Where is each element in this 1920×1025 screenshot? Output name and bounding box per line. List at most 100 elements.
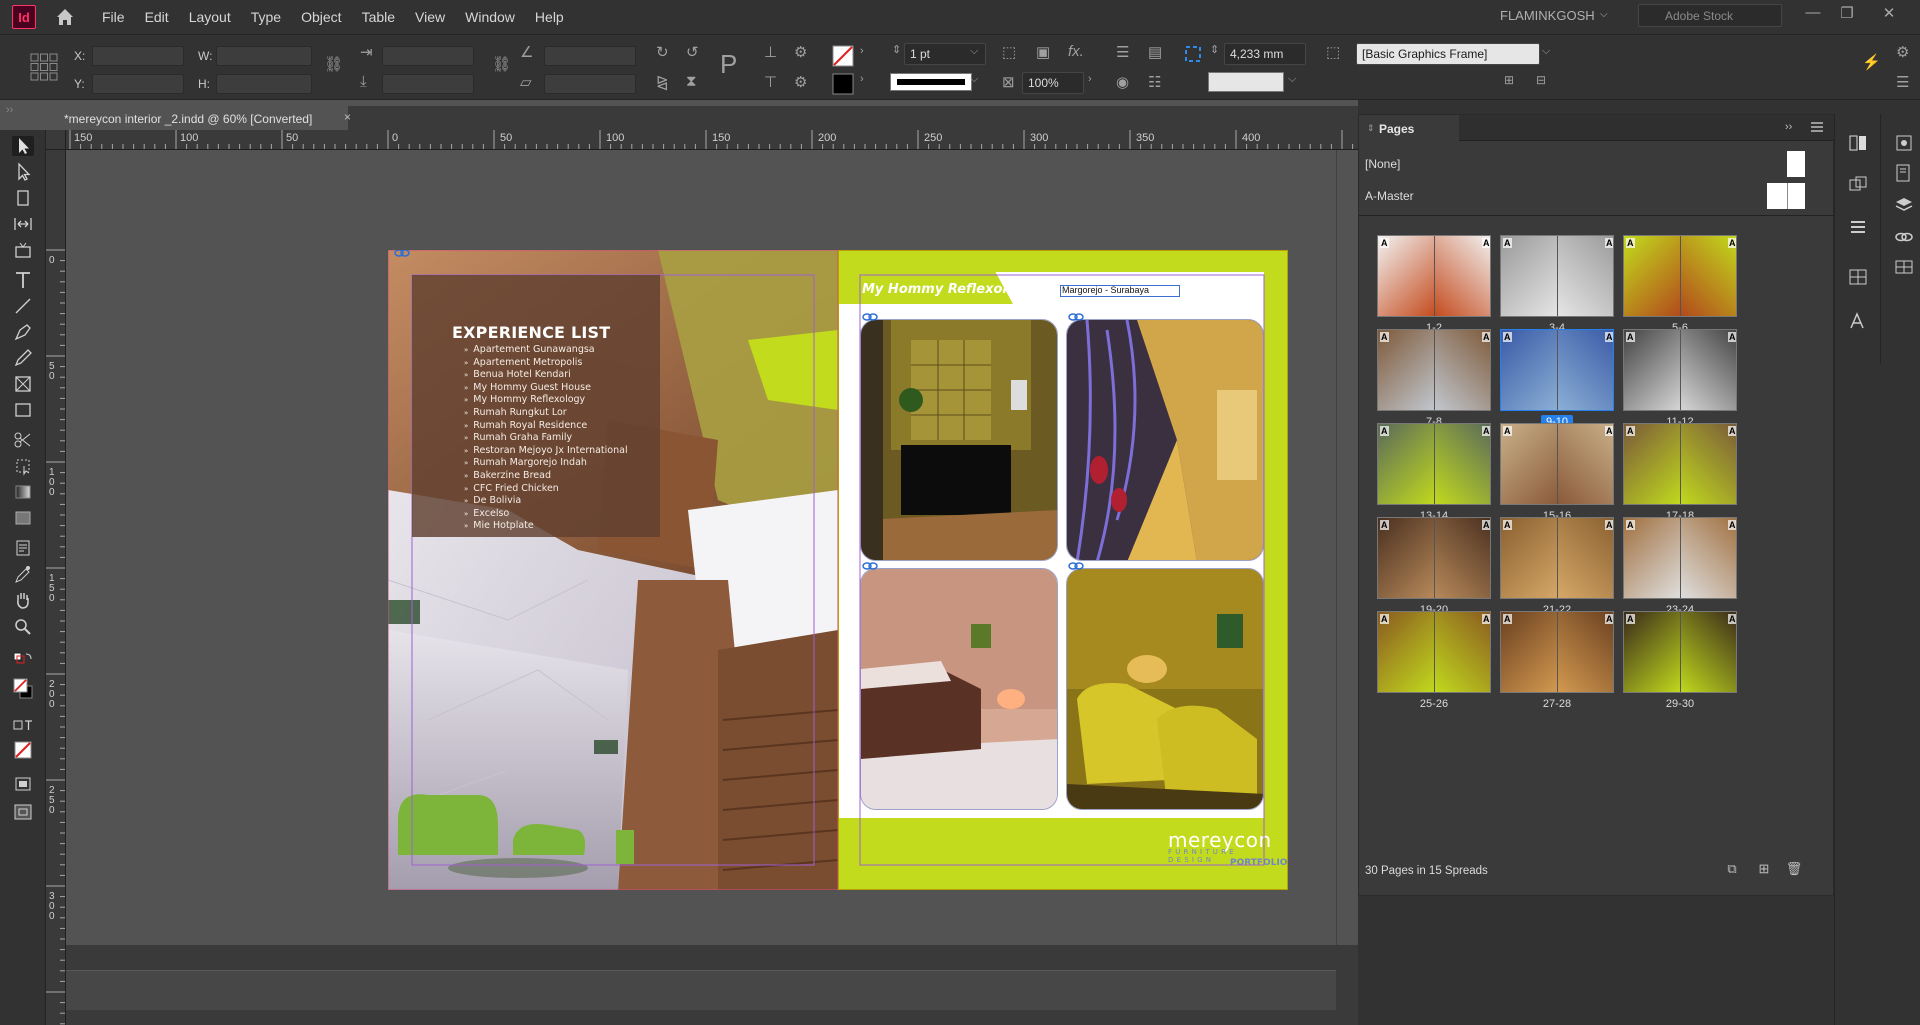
workspace-switcher[interactable]: FLAMINKGOSH xyxy=(1500,8,1595,23)
link-icon[interactable] xyxy=(862,561,878,571)
page-spread-3-4[interactable]: A A 3-4 xyxy=(1500,235,1616,335)
note-tool[interactable] xyxy=(12,538,34,558)
document-tab[interactable]: *mereycon interior _2.indd @ 60% [Conver… xyxy=(48,106,348,130)
panel-grip-icon[interactable]: ⇕ xyxy=(1367,123,1375,134)
adobe-stock-search-input[interactable]: Adobe Stock xyxy=(1638,4,1782,27)
rotate-cw-icon[interactable]: ↻ xyxy=(656,43,669,61)
preview-mode-button[interactable] xyxy=(12,802,34,822)
page-spread-25-26[interactable]: A A 25-26 xyxy=(1377,611,1493,711)
gradient-feather-tool[interactable] xyxy=(12,508,34,528)
apply-none-button[interactable] xyxy=(12,740,34,760)
fill-dropdown-chevron-icon[interactable]: › xyxy=(860,45,864,57)
stroke-dropdown-chevron-icon[interactable]: › xyxy=(860,73,864,85)
text-wrap-jump-icon[interactable]: ☷ xyxy=(1148,73,1161,91)
stroke-panel-button[interactable] xyxy=(1847,216,1869,238)
chevron-down-icon[interactable]: ⌵ xyxy=(970,73,978,86)
opacity-dropdown-chevron-icon[interactable]: › xyxy=(1088,73,1092,85)
menu-file[interactable]: File xyxy=(102,9,125,25)
content-collector-tool[interactable] xyxy=(12,240,34,260)
edit-page-size-icon[interactable]: ⧉ xyxy=(1723,861,1741,877)
page-spread-7-8[interactable]: A A 7-8 xyxy=(1377,329,1493,429)
home-icon[interactable] xyxy=(54,6,76,28)
scale-x-field[interactable] xyxy=(382,46,474,66)
flip-horizontal-icon[interactable]: ⧎ xyxy=(656,73,669,91)
menu-window[interactable]: Window xyxy=(465,9,515,25)
gradient-swatch-tool[interactable] xyxy=(12,482,34,502)
gear-icon[interactable]: ⚙ xyxy=(1896,43,1909,61)
photo-treatment-room[interactable] xyxy=(860,568,1058,810)
scissors-tool[interactable] xyxy=(12,430,34,450)
constrain-proportions-icon[interactable]: ⛓ xyxy=(324,55,343,73)
gap-tool[interactable] xyxy=(12,214,34,234)
master-a-thumbnail[interactable] xyxy=(1767,183,1805,209)
spread-thumbnail[interactable]: AA xyxy=(1500,235,1614,317)
spread-thumbnail[interactable]: AA xyxy=(1500,329,1614,411)
new-page-icon[interactable]: ⊞ xyxy=(1755,861,1773,877)
chevron-down-icon[interactable]: ⌵ xyxy=(1288,73,1296,86)
spread-thumbnail[interactable]: AA xyxy=(1377,517,1491,599)
swatches-panel-button[interactable] xyxy=(1847,266,1869,288)
shear-field[interactable] xyxy=(544,74,636,94)
master-a[interactable]: A-Master xyxy=(1365,189,1414,203)
page-spread-15-16[interactable]: A A 15-16 xyxy=(1500,423,1616,523)
rotation-field[interactable] xyxy=(544,46,636,66)
spread-thumbnail[interactable]: AA xyxy=(1623,235,1737,317)
horizontal-ruler[interactable]: 150 100 50 0 50 100 150 200 250 300 350 … xyxy=(66,130,1358,150)
fill-none-swatch-icon[interactable] xyxy=(832,45,854,67)
reference-point-icon[interactable] xyxy=(30,53,58,81)
toolbox-collapse-icon[interactable]: ›› xyxy=(6,104,13,116)
line-tool[interactable] xyxy=(12,296,34,316)
screen-mode-button[interactable] xyxy=(12,774,34,794)
page-spread-23-24[interactable]: A A 23-24 xyxy=(1623,517,1739,617)
layers-panel-button[interactable] xyxy=(1893,194,1915,216)
page-spread-1-2[interactable]: A A 1-2 xyxy=(1377,235,1493,335)
chevron-down-icon[interactable]: ⌵ xyxy=(970,45,978,58)
hand-tool[interactable] xyxy=(12,590,34,610)
control-menu-icon[interactable]: ☰ xyxy=(1896,73,1909,91)
object-style-dropdown[interactable]: [Basic Graphics Frame] xyxy=(1356,43,1540,65)
opacity-field[interactable]: 100% xyxy=(1022,72,1084,94)
chevron-down-icon[interactable]: ⌵ xyxy=(1542,45,1550,58)
hyperlinks-panel-button[interactable] xyxy=(1893,226,1915,248)
close-window-button[interactable]: ✕ xyxy=(1876,4,1902,28)
menu-edit[interactable]: Edit xyxy=(145,9,169,25)
page-spread-11-12[interactable]: A A 11-12 xyxy=(1623,329,1739,429)
flip-vertical-icon[interactable]: ⧗ xyxy=(686,73,697,90)
frame-fitting-preview[interactable] xyxy=(1208,72,1284,92)
page-spread-17-18[interactable]: A A 17-18 xyxy=(1623,423,1739,523)
page-title[interactable]: My Hommy Reflexology xyxy=(862,282,1034,297)
fill-stroke-swap[interactable] xyxy=(12,650,34,670)
expand-panel-icon[interactable]: ›› xyxy=(1785,121,1792,133)
constrain-scale-icon[interactable]: ⛓ xyxy=(492,55,511,73)
spread-thumbnail[interactable]: AA xyxy=(1623,423,1737,505)
horizontal-scrollbar[interactable] xyxy=(66,970,1336,1010)
gap-field[interactable]: 4,233 mm xyxy=(1224,43,1306,65)
zoom-tool[interactable] xyxy=(12,616,34,636)
master-none-thumbnail[interactable] xyxy=(1787,151,1805,177)
page-spread-29-30[interactable]: A A 29-30 xyxy=(1623,611,1739,711)
stroke-swatch-icon[interactable] xyxy=(832,73,854,95)
restore-button[interactable]: ❐ xyxy=(1834,4,1860,28)
chevron-down-icon[interactable]: ⌵ xyxy=(1600,9,1608,20)
rotate-ccw-icon[interactable]: ↺ xyxy=(686,43,699,61)
character-styles-panel-button[interactable] xyxy=(1847,310,1869,332)
gap-stepper-icon[interactable]: ⇕ xyxy=(1210,43,1219,56)
left-page[interactable]: EXPERIENCE LIST Apartement Gunawangsa Ap… xyxy=(388,250,838,890)
page-tool[interactable] xyxy=(12,188,34,208)
select-content-icon[interactable]: ⊤ xyxy=(764,73,777,91)
spread-thumbnail[interactable]: AA xyxy=(1377,235,1491,317)
effects-icon[interactable]: fx. xyxy=(1068,43,1084,60)
master-none[interactable]: [None] xyxy=(1365,157,1400,171)
minimize-button[interactable]: — xyxy=(1800,4,1826,28)
select-previous-icon[interactable]: ⚙ xyxy=(794,43,807,61)
menu-type[interactable]: Type xyxy=(251,9,281,25)
y-field[interactable] xyxy=(92,74,184,94)
panel-menu-icon[interactable] xyxy=(1809,120,1825,134)
pencil-tool[interactable] xyxy=(12,348,34,368)
x-field[interactable] xyxy=(92,46,184,66)
spread-thumbnail[interactable]: AA xyxy=(1377,423,1491,505)
document-spread[interactable]: EXPERIENCE LIST Apartement Gunawangsa Ap… xyxy=(388,250,1288,890)
vertical-scrollbar-thumb[interactable] xyxy=(1336,150,1358,945)
text-wrap-bounding-icon[interactable]: ▤ xyxy=(1148,43,1162,61)
right-page[interactable]: My Hommy Reflexology Margorejo - Surabay… xyxy=(838,250,1288,890)
